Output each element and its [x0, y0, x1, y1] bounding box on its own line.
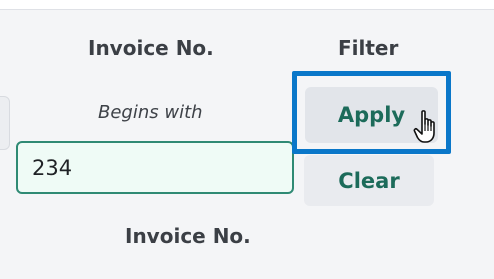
filter-mode-label: Begins with [98, 102, 203, 123]
clear-button[interactable]: Clear [304, 155, 434, 206]
adjacent-column-stub [0, 96, 10, 150]
column-header-invoice-no[interactable]: Invoice No. [88, 36, 214, 60]
column-header-filter: Filter [338, 36, 399, 60]
column-footer-invoice-no: Invoice No. [125, 224, 251, 248]
invoice-filter-input[interactable] [16, 141, 294, 194]
hand-pointer-icon [413, 110, 435, 143]
